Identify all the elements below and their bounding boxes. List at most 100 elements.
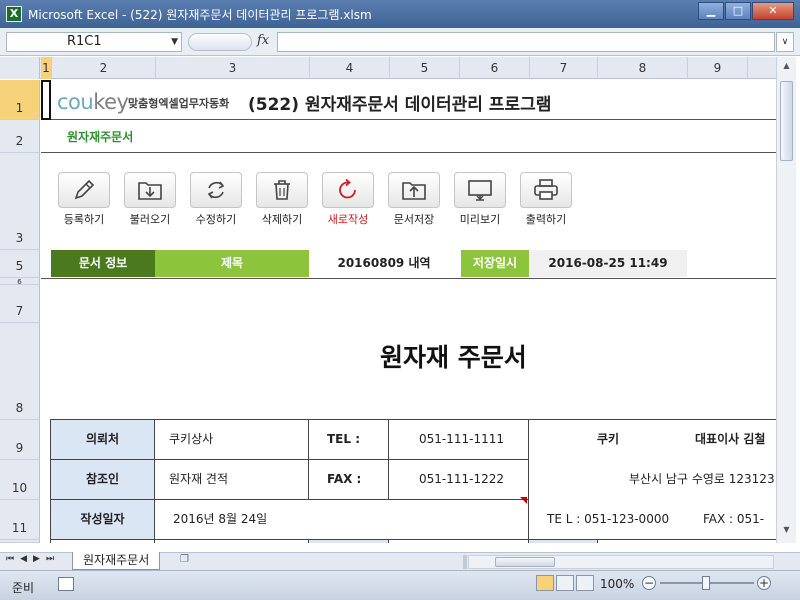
vertical-scrollbar[interactable]: ▲ ▼	[776, 57, 796, 543]
scroll-up-icon[interactable]: ▲	[779, 61, 794, 75]
row-header[interactable]: 8	[0, 323, 40, 420]
sheet-subheader: 원자재주문서	[67, 130, 134, 144]
close-button[interactable]: ✕	[752, 2, 794, 20]
select-all-corner[interactable]	[0, 57, 40, 79]
last-sheet-icon[interactable]: ⏭	[46, 554, 60, 564]
print-label: 출력하기	[525, 213, 567, 226]
date-value[interactable]: 2016년 8월 24일	[154, 499, 529, 540]
insert-function-icon[interactable]: fx	[257, 33, 269, 48]
scroll-down-icon[interactable]: ▼	[779, 525, 794, 539]
expand-formula-bar-button[interactable]: ∨	[776, 32, 794, 52]
row-header[interactable]: 1	[0, 80, 40, 120]
minimize-button[interactable]: ▁	[698, 2, 724, 20]
comment-indicator-icon[interactable]	[520, 497, 527, 504]
register-button[interactable]: 등록하기	[51, 172, 117, 227]
client-value[interactable]: 쿠키상사	[154, 419, 309, 460]
maximize-button[interactable]: □	[725, 2, 751, 20]
column-header[interactable]: 8	[598, 57, 688, 79]
chevron-down-icon[interactable]: ▼	[171, 33, 178, 51]
company-fax: FAX : 051-	[703, 512, 765, 526]
coukey-logo: coukey	[57, 90, 129, 114]
view-buttons	[536, 575, 596, 591]
prev-sheet-icon[interactable]: ◀	[20, 554, 33, 564]
row-header[interactable]: 3	[0, 153, 40, 250]
column-header[interactable]: 6	[460, 57, 530, 79]
worksheet[interactable]: coukey 맞춤형엑셀업무자동화 (522) 원자재주문서 데이터관리 프로그…	[41, 80, 776, 543]
next-sheet-icon[interactable]: ▶	[33, 554, 46, 564]
company-address: 부산시 남구 수영로 123123	[629, 472, 775, 486]
sheet-nav-arrows[interactable]: ⏮◀▶⏭	[6, 554, 60, 564]
excel-app-icon: X	[6, 6, 22, 22]
company-info-block: 쿠키 대표이사 김철 부산시 남구 수영로 123123 TE L : 051-…	[528, 419, 776, 540]
row-number: 2	[15, 134, 24, 148]
column-header[interactable]: 4	[310, 57, 390, 79]
preview-button[interactable]: 미리보기	[447, 172, 513, 227]
row-header[interactable]: 9	[0, 420, 40, 460]
reference-value[interactable]: 원자재 견적	[154, 459, 309, 500]
column-header[interactable]: 1	[41, 57, 52, 79]
saved-at-label: 저장일시	[461, 250, 529, 277]
row-header[interactable]: 7	[0, 285, 40, 323]
vertical-scroll-thumb[interactable]	[780, 81, 793, 161]
document-title: 원자재 주문서	[380, 343, 527, 372]
row-header[interactable]: 6	[0, 278, 40, 286]
row-header[interactable]: 5	[0, 250, 40, 278]
row-number: 11	[11, 521, 28, 535]
status-bar: 준비 100% − +	[0, 570, 800, 600]
row-number: 9	[15, 441, 24, 455]
row-number: 7	[15, 304, 24, 318]
print-button[interactable]: 출력하기	[513, 172, 579, 227]
window-controls: ▁ □ ✕	[697, 2, 794, 20]
page-break-view-button[interactable]	[576, 575, 594, 591]
active-cell[interactable]	[41, 80, 51, 120]
row-header[interactable]: 10	[0, 460, 40, 500]
delete-button[interactable]: 삭제하기	[249, 172, 315, 227]
zoom-out-icon[interactable]: −	[642, 576, 656, 590]
monitor-icon	[454, 172, 506, 208]
zoom-slider-thumb[interactable]	[702, 576, 710, 590]
load-label: 불러오기	[129, 213, 171, 226]
saved-at-value[interactable]: 2016-08-25 11:49	[529, 250, 687, 277]
row-number: 10	[11, 481, 28, 495]
insert-sheet-icon[interactable]: ❐	[180, 554, 196, 568]
normal-view-button[interactable]	[536, 575, 554, 591]
ready-status: 준비	[12, 581, 35, 595]
horizontal-scrollbar[interactable]	[463, 555, 774, 569]
formula-bar-splitter[interactable]	[188, 33, 252, 51]
column-header[interactable]: 3	[156, 57, 310, 79]
folder-download-icon	[124, 172, 176, 208]
zoom-level[interactable]: 100%	[600, 577, 634, 591]
title-label: 제목	[155, 250, 309, 277]
row-header[interactable]: 11	[0, 500, 40, 540]
form-cell	[308, 539, 389, 543]
zoom-in-icon[interactable]: +	[757, 576, 771, 590]
column-header[interactable]: 7	[530, 57, 598, 79]
fax-label: FAX :	[308, 459, 389, 500]
save-document-button[interactable]: 문서저장	[381, 172, 447, 227]
load-button[interactable]: 불러오기	[117, 172, 183, 227]
sheet-header-row: coukey 맞춤형엑셀업무자동화 (522) 원자재주문서 데이터관리 프로그…	[41, 80, 776, 120]
column-header[interactable]: 9	[688, 57, 748, 79]
page-layout-view-button[interactable]	[556, 575, 574, 591]
name-box[interactable]: R1C1 ▼	[6, 32, 182, 52]
column-header[interactable]: 2	[52, 57, 156, 79]
macro-record-icon[interactable]	[58, 577, 74, 591]
formula-input[interactable]	[277, 32, 775, 52]
logo-subtitle: 맞춤형엑셀업무자동화	[128, 97, 230, 110]
fax-value[interactable]: 051-111-1222	[388, 459, 529, 500]
tab-split-handle[interactable]	[463, 555, 467, 569]
edit-button[interactable]: 수정하기	[183, 172, 249, 227]
sheet-tab-active[interactable]: 원자재주문서	[72, 552, 161, 570]
tel-value[interactable]: 051-111-1111	[388, 419, 529, 460]
company-tel: TE L : 051-123-0000	[547, 512, 670, 526]
new-document-button[interactable]: 새로작성	[315, 172, 381, 227]
row-header[interactable]	[0, 540, 40, 543]
horizontal-scroll-thumb[interactable]	[495, 557, 555, 567]
form-cell	[50, 539, 155, 543]
chevron-down-icon: ∨	[781, 37, 789, 47]
column-header[interactable]: 5	[390, 57, 460, 79]
first-sheet-icon[interactable]: ⏮	[6, 554, 20, 564]
close-icon: ✕	[768, 4, 778, 17]
row-header[interactable]: 2	[0, 120, 40, 153]
title-value[interactable]: 20160809 내역	[309, 250, 459, 277]
